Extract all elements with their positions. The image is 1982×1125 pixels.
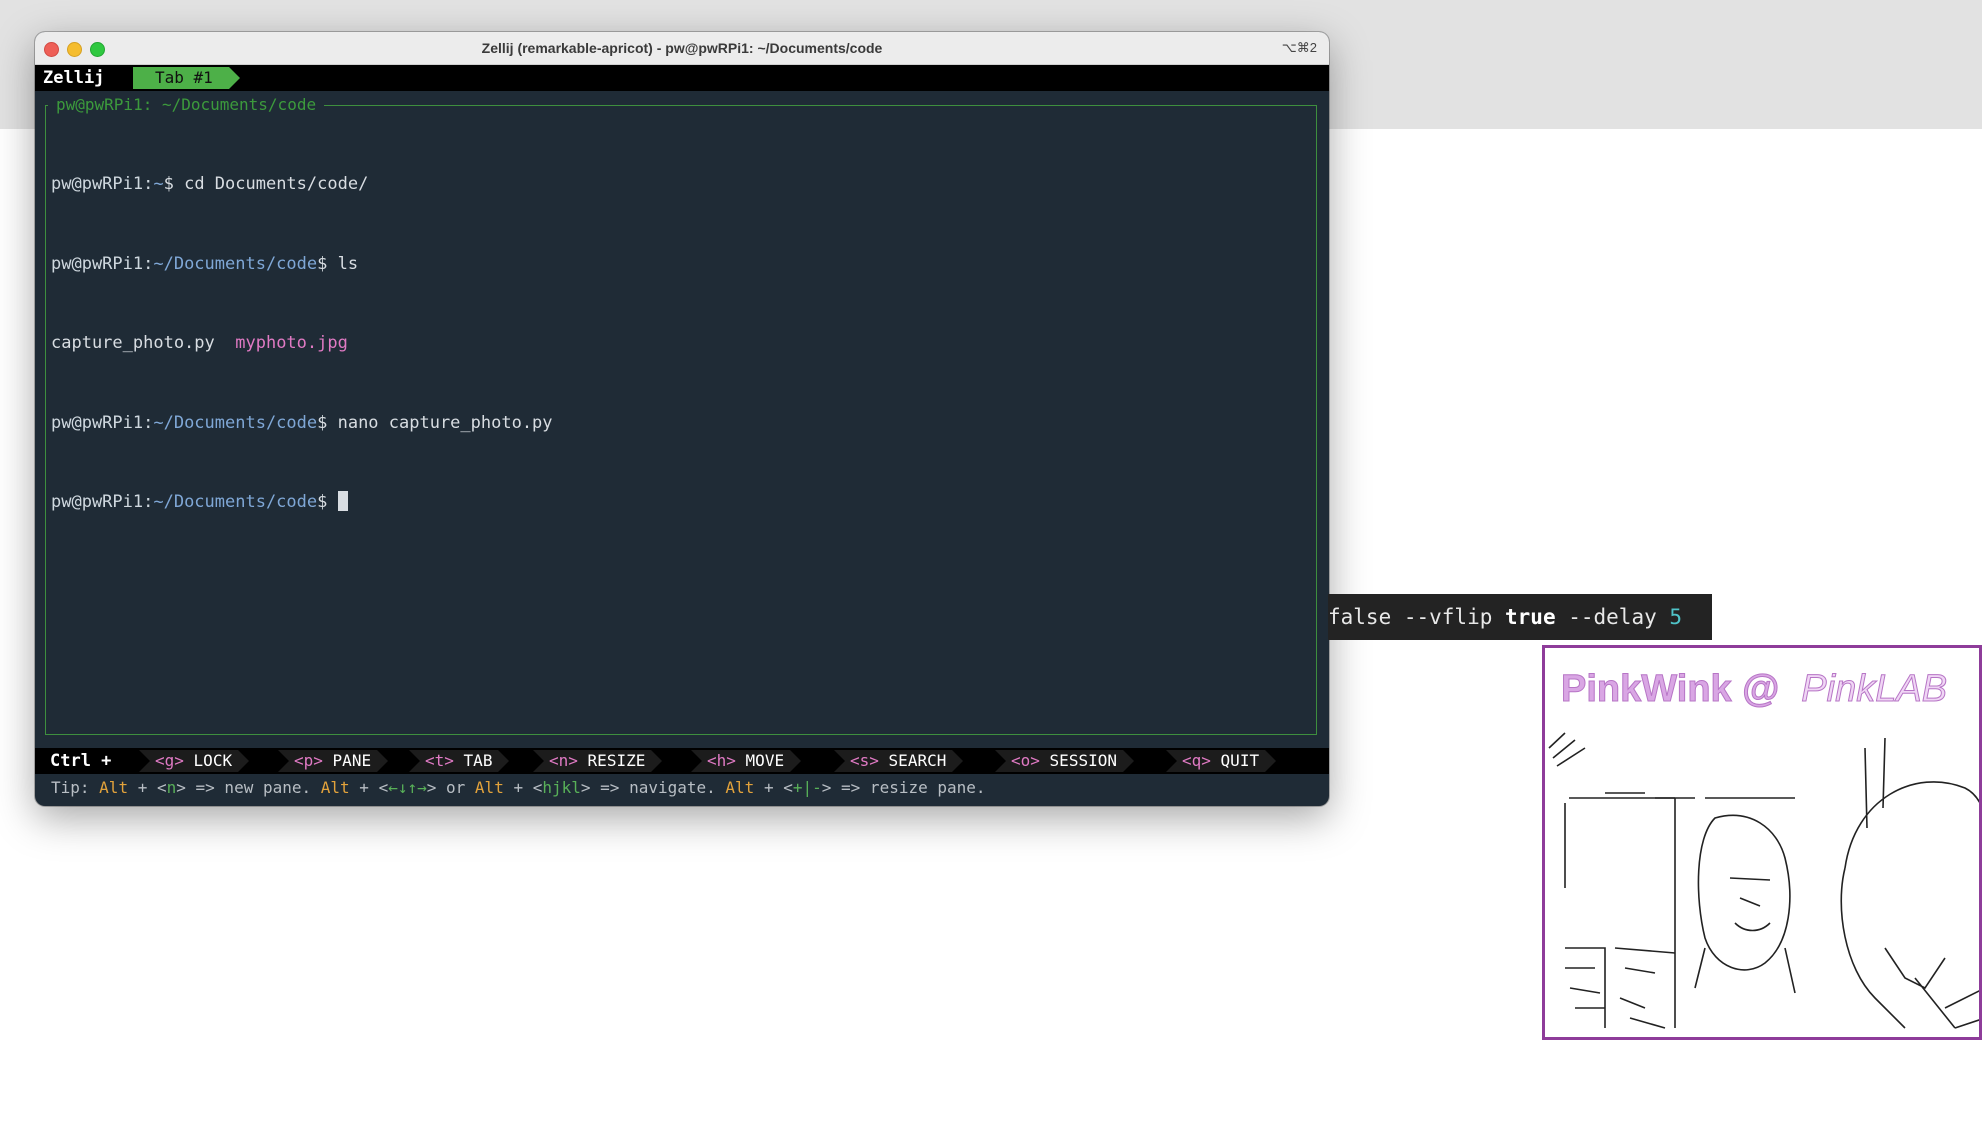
tip-key: +|-	[792, 778, 822, 797]
key-code: <h>	[707, 751, 736, 770]
command-text: $ ls	[317, 253, 359, 274]
key-tab[interactable]: <t> TAB	[409, 750, 510, 772]
tip-plus: +	[349, 778, 379, 797]
key-search[interactable]: <s> SEARCH	[834, 750, 964, 772]
overlay-text: --delay	[1555, 605, 1670, 629]
tip-bracket: <	[378, 778, 389, 797]
zellij-app-label: Zellij	[43, 68, 105, 88]
tip-text: > => resize pane.	[821, 778, 986, 797]
key-label: QUIT	[1220, 751, 1260, 770]
key-label: RESIZE	[587, 751, 646, 770]
key-session[interactable]: <o> SESSION	[995, 750, 1134, 772]
prompt-path: ~/Documents/code	[153, 492, 318, 512]
key-code: <p>	[294, 751, 323, 770]
key-code: <n>	[549, 751, 578, 770]
prompt-path: ~/Documents/code	[153, 412, 318, 433]
window-shortcut: ⌥⌘2	[1281, 40, 1317, 55]
tip-alt: Alt	[474, 778, 504, 797]
tip-key: ←↓↑→	[388, 778, 427, 797]
keybinding-status-bar: Ctrl + <g> LOCK <p> PANE <t> TAB <n> RES…	[35, 748, 1329, 774]
modifier-label: Ctrl +	[50, 751, 112, 771]
key-code: <o>	[1011, 751, 1040, 770]
command-text: $ nano capture_photo.py	[317, 412, 553, 433]
terminal-line: pw@pwRPi1:~/Documents/code$	[51, 489, 1301, 516]
tip-line: Tip: Alt + <n> => new pane. Alt + <←↓↑→>…	[51, 777, 986, 799]
terminal-line: capture_photo.py myphoto.jpg	[51, 330, 1301, 357]
key-label: SEARCH	[888, 751, 947, 770]
overlay-keyword: true	[1505, 605, 1556, 629]
file-entry: myphoto.jpg	[235, 333, 348, 353]
overlay-number: 5	[1669, 605, 1683, 629]
prompt-user: pw@pwRPi1:	[51, 174, 154, 194]
key-label: MOVE	[745, 751, 785, 770]
tip-plus: +	[128, 778, 157, 797]
key-code: <t>	[425, 751, 454, 770]
window-title: Zellij (remarkable-apricot) - pw@pwRPi1:…	[481, 40, 883, 56]
key-pane[interactable]: <p> PANE	[278, 750, 389, 772]
key-code: <q>	[1182, 751, 1211, 770]
file-entry: capture_photo.py	[51, 333, 215, 353]
key-code: <g>	[155, 751, 184, 770]
tip-bracket: <	[783, 778, 793, 797]
tip-prefix: Tip:	[51, 778, 100, 797]
command-text: $	[317, 492, 338, 512]
text-cursor	[337, 491, 348, 511]
zellij-tab-bar: Zellij Tab #1	[35, 65, 1329, 91]
terminal-line: pw@pwRPi1:~$ cd Documents/code/	[51, 171, 1301, 198]
key-quit[interactable]: <q> QUIT	[1166, 750, 1277, 772]
tip-text: > or	[426, 778, 475, 797]
window-titlebar[interactable]: Zellij (remarkable-apricot) - pw@pwRPi1:…	[35, 32, 1329, 65]
terminal-window[interactable]: Zellij (remarkable-apricot) - pw@pwRPi1:…	[35, 32, 1329, 806]
tip-bracket: <	[156, 778, 167, 797]
prompt-path: ~/Documents/code	[153, 253, 318, 274]
tab-1[interactable]: Tab #1	[133, 67, 240, 89]
command-fragment-overlay: false --vflip true --delay 5	[1328, 594, 1712, 640]
camera-preview: PinkWink @ PinkLAB	[1542, 645, 1982, 1040]
tip-text: > => new pane.	[176, 778, 321, 797]
terminal-line: pw@pwRPi1:~/Documents/code$ nano capture…	[51, 410, 1301, 437]
key-label: LOCK	[193, 751, 233, 770]
key-label: PANE	[332, 751, 372, 770]
tip-bracket: <	[532, 778, 543, 797]
prompt-user: pw@pwRPi1:	[51, 253, 154, 274]
pane-title: pw@pwRPi1: ~/Documents/code	[48, 92, 325, 118]
tip-key: n	[166, 778, 177, 797]
overlay-text: false --vflip	[1328, 605, 1506, 629]
key-label: SESSION	[1049, 751, 1117, 770]
prompt-path: ~	[153, 174, 164, 194]
tip-key: hjkl	[542, 778, 581, 797]
key-resize[interactable]: <n> RESIZE	[533, 750, 663, 772]
terminal-line: pw@pwRPi1:~/Documents/code$ ls	[51, 251, 1301, 278]
prompt-user: pw@pwRPi1:	[51, 412, 154, 433]
tip-alt: Alt	[99, 778, 129, 797]
terminal-output[interactable]: pw@pwRPi1:~$ cd Documents/code/ pw@pwRPi…	[51, 118, 1301, 569]
command-text: $ cd Documents/code/	[163, 174, 369, 194]
tip-alt: Alt	[320, 778, 350, 797]
tip-text: > => navigate.	[580, 778, 726, 797]
edge-detection-image	[1548, 732, 1979, 1029]
key-label: TAB	[463, 751, 493, 770]
tip-plus: +	[503, 778, 533, 797]
tip-plus: +	[754, 778, 784, 797]
key-code: <s>	[850, 751, 879, 770]
prompt-user: pw@pwRPi1:	[51, 492, 154, 512]
key-move[interactable]: <h> MOVE	[691, 750, 802, 772]
tip-alt: Alt	[725, 778, 755, 797]
key-lock[interactable]: <g> LOCK	[139, 750, 250, 772]
